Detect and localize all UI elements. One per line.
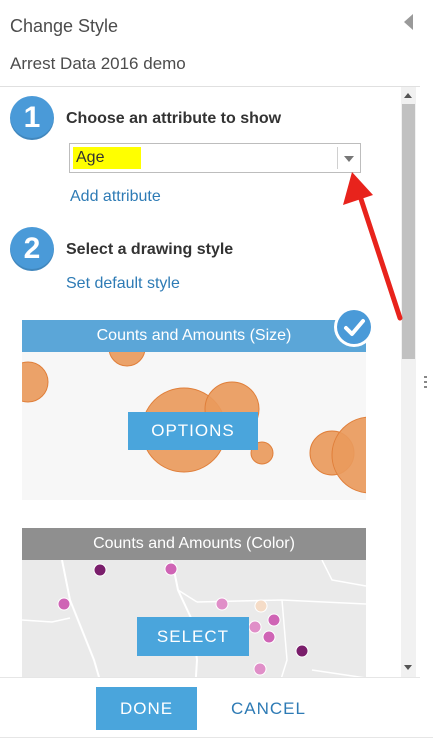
checkmark-icon (344, 319, 365, 336)
style-card-color-title: Counts and Amounts (Color) (22, 528, 366, 560)
color-symbol (248, 620, 262, 634)
step-1-badge: 1 (10, 96, 54, 140)
done-button[interactable]: DONE (96, 687, 197, 730)
set-default-style-link[interactable]: Set default style (66, 275, 180, 293)
scroll-down-arrow-icon[interactable] (404, 665, 412, 670)
options-button[interactable]: OPTIONS (128, 412, 258, 450)
panel-title: Change Style (10, 16, 119, 36)
chevron-down-icon[interactable] (344, 156, 354, 162)
scrollbar-thumb[interactable] (402, 104, 415, 359)
select-divider (337, 147, 338, 169)
footer-divider (0, 677, 420, 678)
color-preview-map: SELECT (22, 560, 366, 677)
collapse-panel-icon[interactable] (404, 14, 413, 30)
panel-resize-grip-icon[interactable] (424, 376, 427, 390)
step-1-label: Choose an attribute to show (66, 110, 282, 127)
style-card-size-title: Counts and Amounts (Size) (22, 320, 366, 352)
size-preview-map: OPTIONS (22, 352, 366, 500)
color-symbol (57, 597, 71, 611)
color-symbol (267, 613, 281, 627)
style-card-color[interactable]: Counts and Amounts (Color) SELECT (22, 528, 366, 677)
add-attribute-link[interactable]: Add attribute (70, 188, 161, 206)
size-symbol (108, 352, 146, 367)
size-symbol (331, 416, 366, 494)
color-symbol (215, 597, 229, 611)
selected-badge (334, 307, 374, 347)
layer-name: Arrest Data 2016 demo (10, 54, 186, 73)
size-symbol (22, 361, 49, 403)
select-button[interactable]: SELECT (137, 617, 249, 656)
style-card-size[interactable]: Counts and Amounts (Size) OPTIONS (22, 320, 366, 500)
color-symbol (295, 644, 309, 658)
vertical-scrollbar[interactable] (401, 87, 416, 677)
scroll-up-arrow-icon[interactable] (404, 93, 412, 98)
attribute-select[interactable]: Age (69, 143, 361, 173)
step-2-label: Select a drawing style (66, 241, 234, 258)
color-symbol (262, 630, 276, 644)
color-symbol (253, 662, 267, 676)
step-2-badge: 2 (10, 227, 54, 271)
color-symbol (164, 562, 178, 576)
color-symbol (93, 563, 107, 577)
bottom-divider (0, 737, 433, 738)
attribute-select-value: Age (73, 147, 141, 169)
style-options-scroll-area: 1 Choose an attribute to show Age Add at… (0, 87, 400, 677)
color-symbol (254, 599, 268, 613)
cancel-button[interactable]: CANCEL (231, 699, 306, 719)
